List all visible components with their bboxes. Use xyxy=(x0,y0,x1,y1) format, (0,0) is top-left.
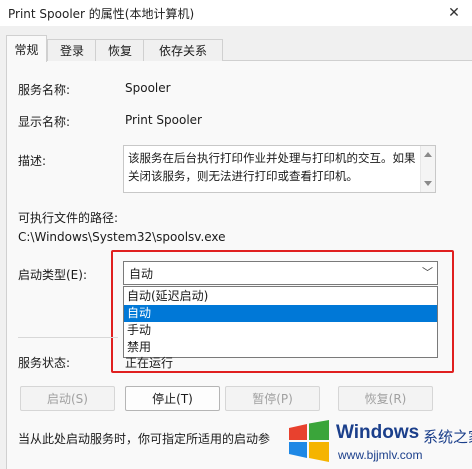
service-status-label: 服务状态: xyxy=(18,356,71,370)
watermark-url: www.bjjmlv.com xyxy=(338,448,423,462)
tab-recovery[interactable]: 恢复 xyxy=(95,39,145,61)
display-name-label: 显示名称: xyxy=(18,115,71,129)
title-bar: Print Spooler 的属性(本地计算机) ✕ xyxy=(0,0,472,26)
description-box[interactable]: 该服务在后台执行打印作业并处理与打印机的交互。如果关闭该服务，则无法进行打印或查… xyxy=(123,145,436,193)
close-icon: ✕ xyxy=(448,5,460,21)
watermark: Windows 系统之家 www.bjjmlv.com xyxy=(280,414,472,468)
start-button[interactable]: 启动(S) xyxy=(20,386,115,411)
scroll-up-icon[interactable] xyxy=(424,152,432,157)
service-name-label: 服务名称: xyxy=(18,83,71,97)
description-label: 描述: xyxy=(18,154,47,168)
scroll-down-icon[interactable] xyxy=(424,181,432,186)
close-button[interactable]: ✕ xyxy=(436,0,472,26)
stop-button[interactable]: 停止(T) xyxy=(125,386,220,411)
tab-general[interactable]: 常规 xyxy=(6,35,47,62)
tab-logon[interactable]: 登录 xyxy=(47,39,97,61)
exe-path-label: 可执行文件的路径: xyxy=(18,211,119,225)
display-name-value: Print Spooler xyxy=(125,113,202,127)
watermark-cn: 系统之家 xyxy=(423,428,472,446)
description-scrollbar[interactable] xyxy=(420,146,435,192)
window-title: Print Spooler 的属性(本地计算机) xyxy=(8,7,195,21)
tab-dependencies[interactable]: 依存关系 xyxy=(143,39,223,61)
pause-button[interactable]: 暂停(P) xyxy=(225,386,320,411)
watermark-name: Windows xyxy=(336,422,420,443)
service-name-value: Spooler xyxy=(125,81,171,95)
service-status-value: 正在运行 xyxy=(125,356,174,370)
startup-params-hint: 当从此处启动服务时，你可指定所适用的启动参 xyxy=(18,432,271,446)
description-text: 该服务在后台执行打印作业并处理与打印机的交互。如果关闭该服务，则无法进行打印或查… xyxy=(128,151,416,183)
exe-path-value: C:\Windows\System32\spoolsv.exe xyxy=(18,230,226,244)
windows-logo-icon xyxy=(289,420,329,462)
resume-button[interactable]: 恢复(R) xyxy=(338,386,433,411)
startup-type-label: 启动类型(E): xyxy=(18,268,87,282)
divider xyxy=(18,337,118,338)
